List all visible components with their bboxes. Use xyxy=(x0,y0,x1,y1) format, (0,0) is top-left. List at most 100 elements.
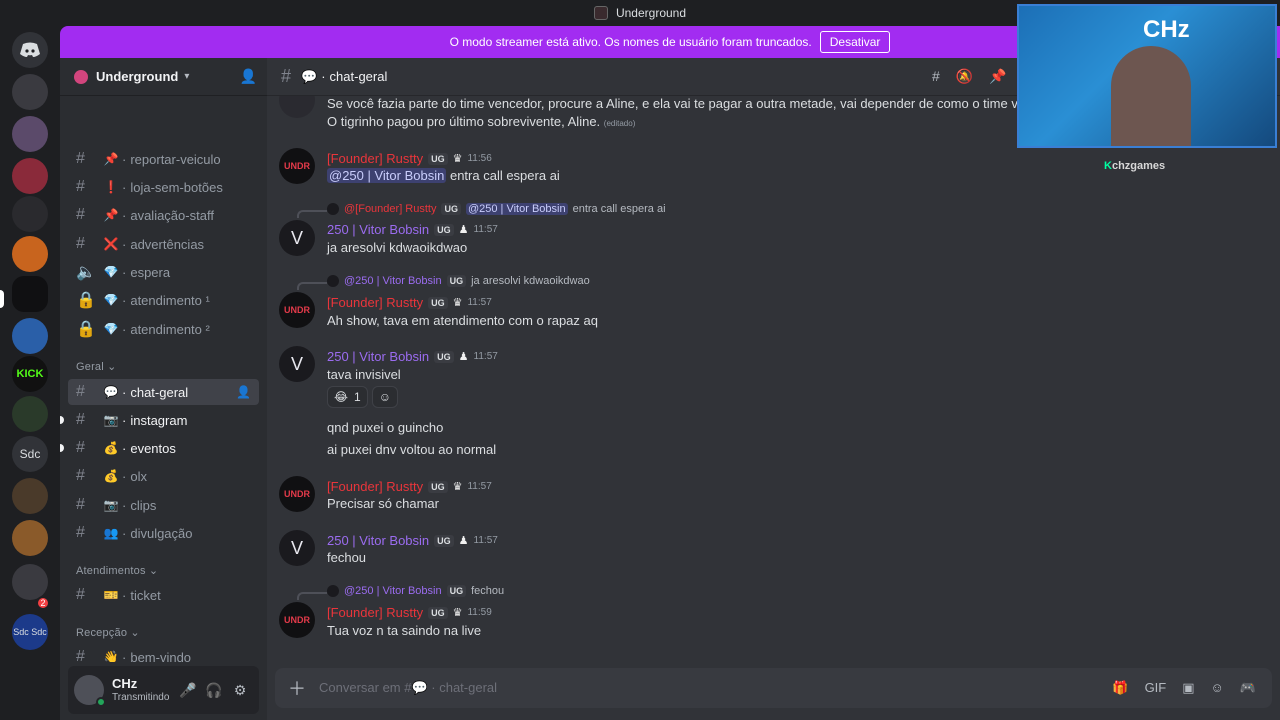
avatar[interactable]: UNDR xyxy=(279,476,315,512)
server-icon[interactable] xyxy=(12,478,48,514)
channel-sidebar: Underground ▾ 👤 # 📌 · reportar-veiculo # ❗ · l… xyxy=(60,58,267,720)
sticker-icon[interactable]: ▣ xyxy=(1182,680,1194,696)
invite-people-icon[interactable]: 👤 xyxy=(240,68,257,85)
kick-icon[interactable]: KICK xyxy=(12,356,48,392)
message-composer[interactable]: ＋ Conversar em #💬 · chat-geral 🎁 GIF ▣ ☺… xyxy=(275,668,1272,708)
category-geral[interactable]: Geral ⌄ xyxy=(76,360,117,373)
message-header: 250 | Vitor Bobsin UG ♟ 11:57 xyxy=(327,349,498,364)
server-icon[interactable] xyxy=(12,276,48,312)
server-tag: UG xyxy=(428,296,448,309)
avatar[interactable]: V xyxy=(279,220,315,256)
server-icon[interactable] xyxy=(12,158,48,194)
avatar[interactable]: V xyxy=(279,346,315,382)
avatar[interactable]: UNDR xyxy=(279,148,315,184)
timestamp: 11:56 xyxy=(467,153,492,164)
reaction-button[interactable]: 😂 1 xyxy=(327,386,368,408)
reply-preview[interactable]: @[Founder] Rustty UG @250 | Vitor Bobsin… xyxy=(327,203,666,215)
server-icon[interactable]: Sdc Sdc xyxy=(12,614,48,650)
author-name[interactable]: 250 | Vitor Bobsin xyxy=(327,533,429,548)
reaction-count: 1 xyxy=(354,390,361,404)
threads-icon[interactable]: # xyxy=(932,68,940,85)
add-reaction-button[interactable]: ☺ xyxy=(371,386,398,408)
hash-icon: # xyxy=(76,648,85,662)
reactions: 😂 1 ☺ xyxy=(327,386,398,408)
channel-ticket[interactable]: # 🎫 · ticket xyxy=(68,582,259,608)
channel-chat-geral[interactable]: # 💬 · chat-geral 👤 xyxy=(68,379,259,405)
channel-label: advertências xyxy=(130,236,205,252)
user-panel: CHz Transmitindo 🎤 🎧 ⚙ xyxy=(68,666,259,714)
channel-label: loja-sem-botões xyxy=(130,179,223,195)
category-recepcao[interactable]: Recepção ⌄ xyxy=(76,626,140,639)
microphone-icon[interactable]: 🎤 xyxy=(175,682,201,699)
server-icon[interactable] xyxy=(12,196,48,232)
channel-bem-vindo[interactable]: # 👋 · bem-vindo xyxy=(68,644,259,662)
channel-loja-sem-botoes[interactable]: # ❗ · loja-sem-botões xyxy=(68,174,259,200)
channel-espera[interactable]: 🔈 💎 · espera xyxy=(68,259,259,285)
channel-atendimento-1[interactable]: 🔒 💎 · atendimento ¹ xyxy=(68,287,259,313)
hash-icon: # xyxy=(76,524,85,541)
category-atendimentos[interactable]: Atendimentos ⌄ xyxy=(76,564,158,577)
author-name[interactable]: [Founder] Rustty xyxy=(327,479,423,494)
server-header[interactable]: Underground ▾ 👤 xyxy=(60,58,267,96)
lock-icon: 🔒 xyxy=(76,321,96,338)
avatar[interactable]: UNDR xyxy=(279,602,315,638)
hash-icon: # xyxy=(76,496,85,513)
notification-bell-icon[interactable]: 🔕 xyxy=(956,68,973,85)
server-icon[interactable] xyxy=(12,318,48,354)
author-name[interactable]: 250 | Vitor Bobsin xyxy=(327,222,429,237)
channel-emoji: 📷 xyxy=(103,498,119,512)
activities-icon[interactable]: 🎮 xyxy=(1240,680,1256,696)
reply-preview[interactable]: @250 | Vitor Bobsin UG fechou xyxy=(327,585,504,597)
channel-avaliacao-staff[interactable]: # 📌 · avaliação-staff xyxy=(68,202,259,228)
gif-icon[interactable]: GIF xyxy=(1145,680,1167,696)
server-icon[interactable] xyxy=(12,396,48,432)
message-header: [Founder] Rustty UG ♛ 11:59 xyxy=(327,605,492,620)
home-button[interactable] xyxy=(12,32,48,68)
chat-area: # 💬 · chat-geral # 🔕 📌 Se você fazia par… xyxy=(267,58,1280,720)
message-header: 250 | Vitor Bobsin UG ♟ 11:57 xyxy=(327,222,498,237)
server-icon[interactable] xyxy=(12,74,48,110)
author-name[interactable]: [Founder] Rustty xyxy=(327,605,423,620)
reply-preview[interactable]: @250 | Vitor Bobsin UG ja aresolvi kdwao… xyxy=(327,275,590,287)
server-icon[interactable] xyxy=(12,564,48,600)
reply-connector xyxy=(297,592,327,600)
pin-icon[interactable]: 📌 xyxy=(989,68,1006,85)
gear-icon[interactable]: ⚙ xyxy=(227,682,253,699)
add-attachment-icon[interactable]: ＋ xyxy=(275,675,319,701)
server-icon[interactable] xyxy=(12,236,48,272)
channel-divulgacao[interactable]: # 👥 · divulgação xyxy=(68,520,259,546)
avatar[interactable]: UNDR xyxy=(279,292,315,328)
role-icon: ♟ xyxy=(458,535,469,547)
channel-eventos[interactable]: # 💰 · eventos xyxy=(60,435,259,461)
disable-streamer-mode-button[interactable]: Desativar xyxy=(819,31,891,53)
banner-text: O modo streamer está ativo. Os nomes de … xyxy=(449,35,812,49)
hash-icon: # xyxy=(76,206,85,223)
message-input[interactable]: Conversar em #💬 · chat-geral xyxy=(319,680,1112,696)
server-icon[interactable]: Sdc xyxy=(12,436,48,472)
channel-atendimento-2[interactable]: 🔒 💎 · atendimento ² xyxy=(68,316,259,342)
gift-icon[interactable]: 🎁 xyxy=(1112,680,1128,696)
add-member-icon[interactable]: 👤 xyxy=(236,385,251,399)
channel-advertencias[interactable]: # ❌ · advertências xyxy=(68,231,259,257)
message-text: fechou xyxy=(327,550,367,565)
selected-indicator xyxy=(0,290,4,308)
avatar[interactable]: V xyxy=(279,530,315,566)
channel-instagram[interactable]: # 📷 · instagram xyxy=(60,407,259,433)
emoji-icon[interactable]: ☺ xyxy=(1211,680,1224,696)
channel-reportar-veiculo[interactable]: # 📌 · reportar-veiculo xyxy=(68,146,259,172)
author-name[interactable]: [Founder] Rustty xyxy=(327,151,423,166)
user-mention[interactable]: @250 | Vitor Bobsin xyxy=(327,168,447,183)
channel-emoji: 👋 xyxy=(103,650,119,662)
headphones-icon[interactable]: 🎧 xyxy=(201,682,227,699)
avatar[interactable] xyxy=(74,675,106,707)
author-name[interactable]: 250 | Vitor Bobsin xyxy=(327,349,429,364)
channel-emoji: 📷 xyxy=(103,413,119,427)
server-icon xyxy=(74,69,88,84)
laughing-emoji-icon: 😂 xyxy=(334,390,349,404)
channel-clips[interactable]: # 📷 · clips xyxy=(68,492,259,518)
author-name[interactable]: [Founder] Rustty xyxy=(327,295,423,310)
server-icon[interactable] xyxy=(12,116,48,152)
channel-olx[interactable]: # 💰 · olx xyxy=(68,463,259,489)
server-icon[interactable] xyxy=(12,520,48,556)
chevron-down-icon: ▾ xyxy=(184,71,190,82)
